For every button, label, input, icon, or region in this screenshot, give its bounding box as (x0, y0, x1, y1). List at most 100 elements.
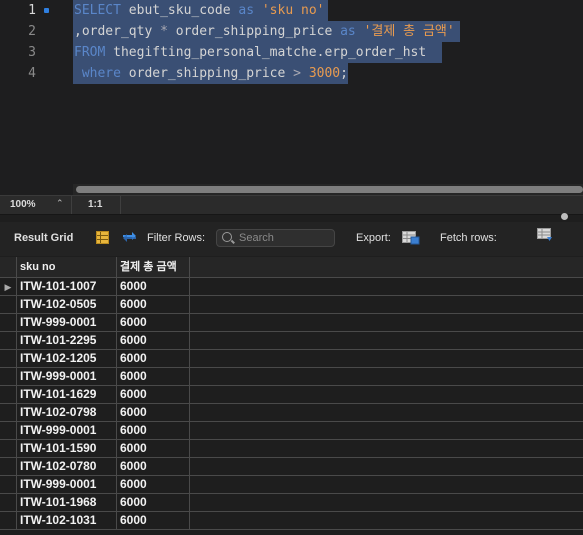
code-line: ,order_qty * order_shipping_price as '결제… (74, 21, 455, 42)
filter-search-box[interactable] (216, 229, 335, 247)
filter-search-input[interactable] (239, 231, 329, 245)
code-token: 3000 (308, 66, 341, 81)
table-row[interactable]: ITW-999-0001 6000 (0, 422, 583, 440)
current-row-arrow-icon[interactable]: ▶ (0, 278, 17, 296)
line-number-gutter: 1 2 3 4 (0, 0, 60, 195)
cell-total-amount[interactable]: 6000 (117, 422, 190, 440)
horizontal-scrollbar-thumb[interactable] (76, 186, 583, 193)
row-marker[interactable] (0, 494, 17, 512)
row-marker[interactable] (0, 314, 17, 332)
sql-editor[interactable]: 1 2 3 4 SELECT ebut_sku_code as 'sku no'… (0, 0, 583, 195)
cell-sku-no[interactable]: ITW-101-1590 (17, 440, 117, 458)
line-number: 1 (28, 3, 36, 18)
cell-sku-no[interactable]: ITW-102-0798 (17, 404, 117, 422)
filter-rows-label: Filter Rows: (147, 232, 206, 244)
cell-total-amount[interactable]: 6000 (117, 440, 190, 458)
table-row[interactable]: ITW-102-1205 6000 (0, 350, 583, 368)
row-marker[interactable] (0, 368, 17, 386)
table-row[interactable]: ITW-101-1968 6000 (0, 494, 583, 512)
export-icon[interactable] (402, 229, 420, 248)
cell-total-amount[interactable]: 6000 (117, 332, 190, 350)
cell-total-amount[interactable]: 6000 (117, 386, 190, 404)
row-filler (190, 296, 583, 314)
table-row[interactable]: ITW-101-1590 6000 (0, 440, 583, 458)
cell-total-amount[interactable]: 6000 (117, 350, 190, 368)
column-header-sku-no[interactable]: sku no (17, 257, 117, 278)
cell-total-amount[interactable]: 6000 (117, 404, 190, 422)
result-toolbar: Result Grid Filter Rows: Export: Fetch r… (0, 222, 583, 256)
row-marker[interactable] (0, 476, 17, 494)
cell-total-amount[interactable]: 6000 (117, 278, 190, 296)
table-row[interactable]: ITW-102-0505 6000 (0, 296, 583, 314)
table-row[interactable]: ITW-999-0001 6000 (0, 314, 583, 332)
code-token: order_shipping_price (120, 66, 294, 81)
row-marker[interactable] (0, 350, 17, 368)
row-header-corner (0, 257, 17, 278)
table-row[interactable]: ITW-102-0798 6000 (0, 404, 583, 422)
cell-sku-no[interactable]: ITW-101-1629 (17, 386, 117, 404)
table-row[interactable]: ITW-102-1031 6000 (0, 512, 583, 530)
cell-sku-no[interactable]: ITW-102-1031 (17, 512, 117, 530)
code-token: > (293, 66, 301, 81)
row-filler (190, 350, 583, 368)
row-filler (190, 332, 583, 350)
cell-sku-no[interactable]: ITW-101-2295 (17, 332, 117, 350)
table-row[interactable]: ITW-101-1629 6000 (0, 386, 583, 404)
line-number: 4 (28, 66, 36, 81)
cell-total-amount[interactable]: 6000 (117, 314, 190, 332)
zoom-stepper-icon[interactable]: ⌃ (56, 198, 64, 209)
row-marker[interactable] (0, 458, 17, 476)
code-token: ebut_sku_code (120, 3, 239, 18)
code-token: order_shipping_price (167, 24, 341, 39)
divider (71, 196, 72, 214)
table-row[interactable]: ITW-999-0001 6000 (0, 476, 583, 494)
code-token: thegifting_personal_matche.erp_order_hst (105, 45, 427, 60)
result-grid[interactable]: sku no 결제 총 금액 ▶ ITW-101-1007 6000 ITW-102-… (0, 257, 583, 535)
cell-sku-no[interactable]: ITW-101-1007 (17, 278, 117, 296)
cell-total-amount[interactable]: 6000 (117, 494, 190, 512)
refresh-arrows-icon[interactable] (121, 230, 138, 247)
fetch-rows-icon[interactable] (537, 228, 553, 245)
cell-sku-no[interactable]: ITW-101-1968 (17, 494, 117, 512)
cell-sku-no[interactable]: ITW-102-1205 (17, 350, 117, 368)
row-filler (190, 458, 583, 476)
cell-sku-no[interactable]: ITW-999-0001 (17, 476, 117, 494)
fetch-rows-label: Fetch rows: (440, 232, 497, 244)
zoom-level[interactable]: 100% (10, 199, 36, 210)
row-marker[interactable] (0, 512, 17, 530)
column-header-total-amount[interactable]: 결제 총 금액 (117, 257, 190, 278)
row-filler (190, 278, 583, 296)
cell-sku-no[interactable]: ITW-999-0001 (17, 314, 117, 332)
table-row[interactable]: ITW-102-0780 6000 (0, 458, 583, 476)
search-icon (222, 232, 232, 242)
row-marker[interactable] (0, 440, 17, 458)
row-marker[interactable] (0, 404, 17, 422)
table-row[interactable]: ▶ ITW-101-1007 6000 (0, 278, 583, 296)
cell-sku-no[interactable]: ITW-999-0001 (17, 368, 117, 386)
table-row[interactable]: ITW-999-0001 6000 (0, 368, 583, 386)
export-label: Export: (356, 232, 391, 244)
row-marker[interactable] (0, 422, 17, 440)
cell-total-amount[interactable]: 6000 (117, 458, 190, 476)
pane-resize-handle[interactable] (561, 213, 568, 220)
code-token: where (81, 66, 121, 81)
current-statement-marker-icon (44, 8, 49, 13)
table-row[interactable]: ITW-101-2295 6000 (0, 332, 583, 350)
result-grid-label[interactable]: Result Grid (14, 232, 73, 244)
cell-total-amount[interactable]: 6000 (117, 512, 190, 530)
code-token: as (238, 3, 255, 18)
cell-total-amount[interactable]: 6000 (117, 368, 190, 386)
cell-sku-no[interactable]: ITW-999-0001 (17, 422, 117, 440)
grid-layout-icon[interactable] (96, 231, 109, 247)
cell-total-amount[interactable]: 6000 (117, 296, 190, 314)
code-token: '결제 총 금액' (363, 24, 455, 39)
row-marker[interactable] (0, 332, 17, 350)
row-marker[interactable] (0, 296, 17, 314)
cell-total-amount[interactable]: 6000 (117, 476, 190, 494)
cell-sku-no[interactable]: ITW-102-0780 (17, 458, 117, 476)
cell-sku-no[interactable]: ITW-102-0505 (17, 296, 117, 314)
row-marker[interactable] (0, 386, 17, 404)
